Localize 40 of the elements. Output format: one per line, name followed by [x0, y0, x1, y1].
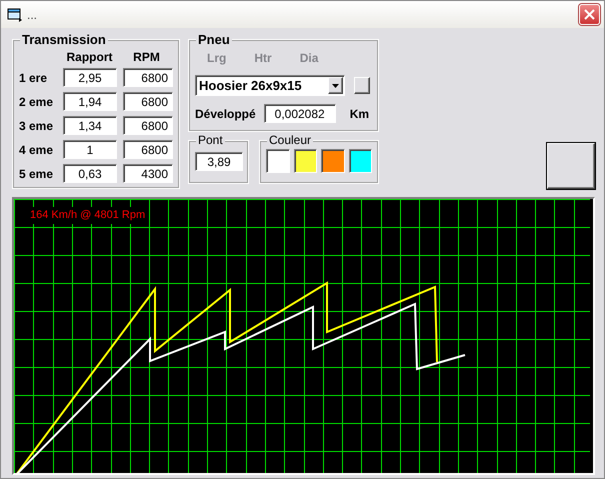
rpm-field[interactable]: 6800	[123, 116, 173, 135]
column-header: Htr	[254, 50, 272, 67]
rpm-field[interactable]: 4300	[123, 164, 173, 183]
rpm-field[interactable]: 6800	[123, 140, 173, 159]
unit-label: Km	[350, 106, 370, 122]
dropdown-button[interactable]	[328, 77, 343, 94]
gear-label: 2 eme	[19, 94, 54, 110]
speed-readout: 164 Km/h @ 4801 Rpm	[28, 207, 148, 224]
gear-label: 5 eme	[19, 166, 54, 182]
column-header: RPM	[132, 49, 161, 66]
tire-dropdown[interactable]: Hoosier 26x9x15	[195, 75, 345, 96]
pont-field[interactable]: 3,89	[195, 152, 243, 171]
window-icon	[7, 8, 23, 22]
gear-label: 1 ere	[19, 70, 48, 86]
small-button[interactable]	[354, 77, 370, 94]
window-title: ...	[27, 6, 38, 24]
rpm-field[interactable]: 6800	[123, 92, 173, 111]
group-title: Pneu	[196, 32, 232, 47]
gear-label: 4 eme	[19, 142, 54, 158]
color-swatch[interactable]	[266, 149, 290, 173]
group-title: Transmission	[20, 32, 108, 47]
ratio-field[interactable]: 1,34	[63, 116, 117, 135]
column-header: Rapport	[66, 49, 114, 66]
ratio-field[interactable]: 0,63	[63, 164, 117, 183]
gear-label: 3 eme	[19, 118, 54, 134]
caret-icon	[332, 84, 339, 88]
developpe-label: Développé	[195, 106, 256, 122]
color-swatch[interactable]	[294, 149, 317, 173]
color-swatch[interactable]	[348, 149, 372, 173]
column-header: Lrg	[207, 50, 226, 67]
column-header: Dia	[300, 50, 318, 67]
rpm-field[interactable]: 6800	[123, 68, 173, 87]
ratio-field[interactable]: 1,94	[63, 92, 117, 111]
color-swatch[interactable]	[321, 149, 344, 173]
blank-button[interactable]	[547, 143, 595, 189]
close-icon	[584, 9, 595, 20]
developpe-field[interactable]: 0,002082	[264, 104, 336, 123]
ratio-field[interactable]: 2,95	[63, 68, 117, 87]
ratio-field[interactable]: 1	[63, 140, 117, 159]
close-button[interactable]	[579, 4, 600, 25]
